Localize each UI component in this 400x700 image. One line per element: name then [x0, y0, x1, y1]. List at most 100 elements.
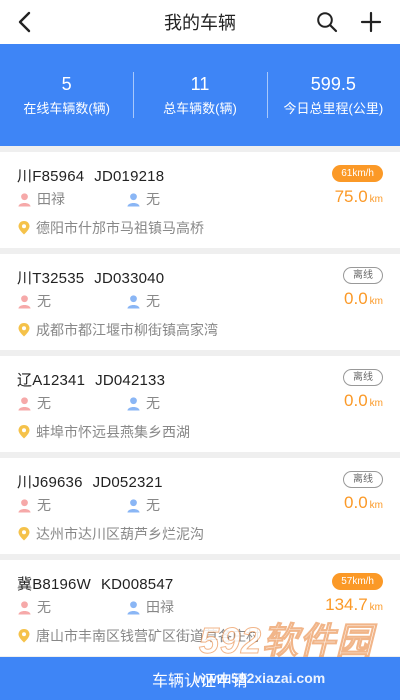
drivers-row: 无 无	[17, 291, 235, 311]
device-id: JD033040	[94, 270, 165, 287]
search-icon[interactable]	[316, 11, 338, 33]
driver-name: 无	[146, 497, 160, 513]
driver-name: 无	[37, 395, 51, 411]
mileage-value: 0.0	[344, 391, 368, 410]
plate-number: 川F85964	[17, 168, 85, 185]
person-blue-icon	[127, 294, 140, 309]
driver-secondary: 无	[126, 291, 235, 311]
offline-badge: 离线	[343, 267, 383, 284]
mileage-unit: km	[369, 194, 383, 205]
driver-name: 无	[146, 293, 160, 309]
drivers-row: 无 田禄	[17, 597, 235, 617]
plus-icon[interactable]	[360, 11, 382, 33]
address-text: 蚌埠市怀远县燕集乡西湖	[36, 424, 190, 440]
drivers-row: 田禄 无	[17, 189, 235, 209]
person-blue-icon	[127, 396, 140, 411]
vehicle-identity: 辽A12341 JD042133	[17, 369, 165, 390]
stat-online-vehicles: 5 在线车辆数(辆)	[0, 44, 133, 146]
mileage-unit: km	[369, 500, 383, 511]
offline-badge: 离线	[343, 471, 383, 488]
mileage: 75.0 km	[335, 187, 383, 207]
vehicle-card[interactable]: 冀B8196W KD008547 57km/h 无 田禄 134.7 km 唐山市丰…	[0, 560, 400, 656]
person-blue-icon	[127, 600, 140, 615]
mileage: 0.0 km	[344, 391, 383, 411]
stat-total-mileage: 599.5 今日总里程(公里)	[266, 44, 400, 146]
driver-name: 无	[37, 497, 51, 513]
location-pin-icon	[18, 629, 30, 643]
person-pink-icon	[18, 498, 31, 513]
stat-label: 今日总里程(公里)	[283, 101, 384, 116]
driver-name: 田禄	[37, 191, 65, 207]
person-blue-icon	[127, 498, 140, 513]
mileage: 134.7 km	[325, 595, 383, 615]
vehicle-list: 川F85964 JD019218 61km/h 田禄 无 75.0 km 德阳市什邡…	[0, 152, 400, 662]
stat-value: 11	[190, 74, 210, 94]
mileage-unit: km	[369, 296, 383, 307]
driver-name: 无	[37, 599, 51, 615]
stat-label: 总车辆数(辆)	[163, 101, 237, 116]
plate-number: 川T32535	[17, 270, 85, 287]
vehicle-address: 成都市都江堰市柳街镇高家湾	[17, 320, 218, 340]
drivers-row: 无 无	[17, 393, 235, 413]
driver-primary: 无	[17, 495, 126, 515]
stats-panel: 5 在线车辆数(辆) 11 总车辆数(辆) 599.5 今日总里程(公里)	[0, 44, 400, 146]
driver-primary: 田禄	[17, 189, 126, 209]
vehicle-address: 德阳市什邡市马祖镇马高桥	[17, 218, 204, 238]
person-pink-icon	[18, 192, 31, 207]
location-pin-icon	[18, 527, 30, 541]
drivers-row: 无 无	[17, 495, 235, 515]
page-title: 我的车辆	[164, 13, 236, 33]
device-id: JD052321	[92, 474, 163, 491]
stat-total-vehicles: 11 总车辆数(辆)	[133, 44, 266, 146]
mileage-value: 0.0	[344, 289, 368, 308]
location-pin-icon	[18, 323, 30, 337]
vehicle-identity: 川J69636 JD052321	[17, 471, 163, 492]
offline-badge: 离线	[343, 369, 383, 386]
vehicle-identity: 冀B8196W KD008547	[17, 573, 173, 594]
driver-primary: 无	[17, 597, 126, 617]
mileage-value: 0.0	[344, 493, 368, 512]
driver-name: 田禄	[146, 599, 174, 615]
location-pin-icon	[18, 221, 30, 235]
mileage: 0.0 km	[344, 493, 383, 513]
stat-label: 在线车辆数(辆)	[23, 101, 110, 116]
person-blue-icon	[127, 192, 140, 207]
top-bar: 我的车辆	[0, 0, 400, 44]
vehicle-address: 唐山市丰南区钱营矿区街道草各庄村	[17, 626, 260, 646]
driver-secondary: 无	[126, 393, 235, 413]
back-icon[interactable]	[12, 10, 38, 34]
person-pink-icon	[18, 600, 31, 615]
vehicle-card[interactable]: 辽A12341 JD042133 离线 无 无 0.0 km 蚌埠市怀远县燕集乡西湖	[0, 356, 400, 452]
device-id: JD042133	[95, 372, 166, 389]
driver-primary: 无	[17, 291, 126, 311]
driver-name: 无	[37, 293, 51, 309]
mileage-value: 75.0	[334, 187, 368, 206]
stat-value: 5	[61, 74, 72, 94]
driver-secondary: 无	[126, 495, 235, 515]
mileage-unit: km	[369, 398, 383, 409]
vehicle-address: 蚌埠市怀远县燕集乡西湖	[17, 422, 190, 442]
driver-name: 无	[146, 395, 160, 411]
plate-number: 川J69636	[17, 474, 83, 491]
plate-number: 冀B8196W	[17, 576, 91, 593]
vehicle-address: 达州市达川区葫芦乡烂泥沟	[17, 524, 204, 544]
address-text: 德阳市什邡市马祖镇马高桥	[36, 220, 204, 236]
vehicle-identity: 川F85964 JD019218	[17, 165, 164, 186]
speed-badge: 61km/h	[332, 165, 383, 182]
mileage-unit: km	[369, 602, 383, 613]
person-pink-icon	[18, 294, 31, 309]
vehicle-certification-button[interactable]: 车辆认证申请	[0, 657, 400, 700]
vehicle-card[interactable]: 川T32535 JD033040 离线 无 无 0.0 km 成都市都江堰市柳街镇高…	[0, 254, 400, 350]
vehicle-card[interactable]: 川F85964 JD019218 61km/h 田禄 无 75.0 km 德阳市什邡…	[0, 152, 400, 248]
address-text: 成都市都江堰市柳街镇高家湾	[36, 322, 218, 338]
person-pink-icon	[18, 396, 31, 411]
mileage: 0.0 km	[344, 289, 383, 309]
device-id: KD008547	[100, 576, 174, 593]
vehicle-identity: 川T32535 JD033040	[17, 267, 164, 288]
mileage-value: 134.7	[325, 595, 368, 614]
plate-number: 辽A12341	[17, 372, 86, 389]
vehicle-card[interactable]: 川J69636 JD052321 离线 无 无 0.0 km 达州市达川区葫芦乡烂泥…	[0, 458, 400, 554]
address-text: 达州市达川区葫芦乡烂泥沟	[36, 526, 204, 542]
speed-badge: 57km/h	[332, 573, 383, 590]
driver-primary: 无	[17, 393, 126, 413]
